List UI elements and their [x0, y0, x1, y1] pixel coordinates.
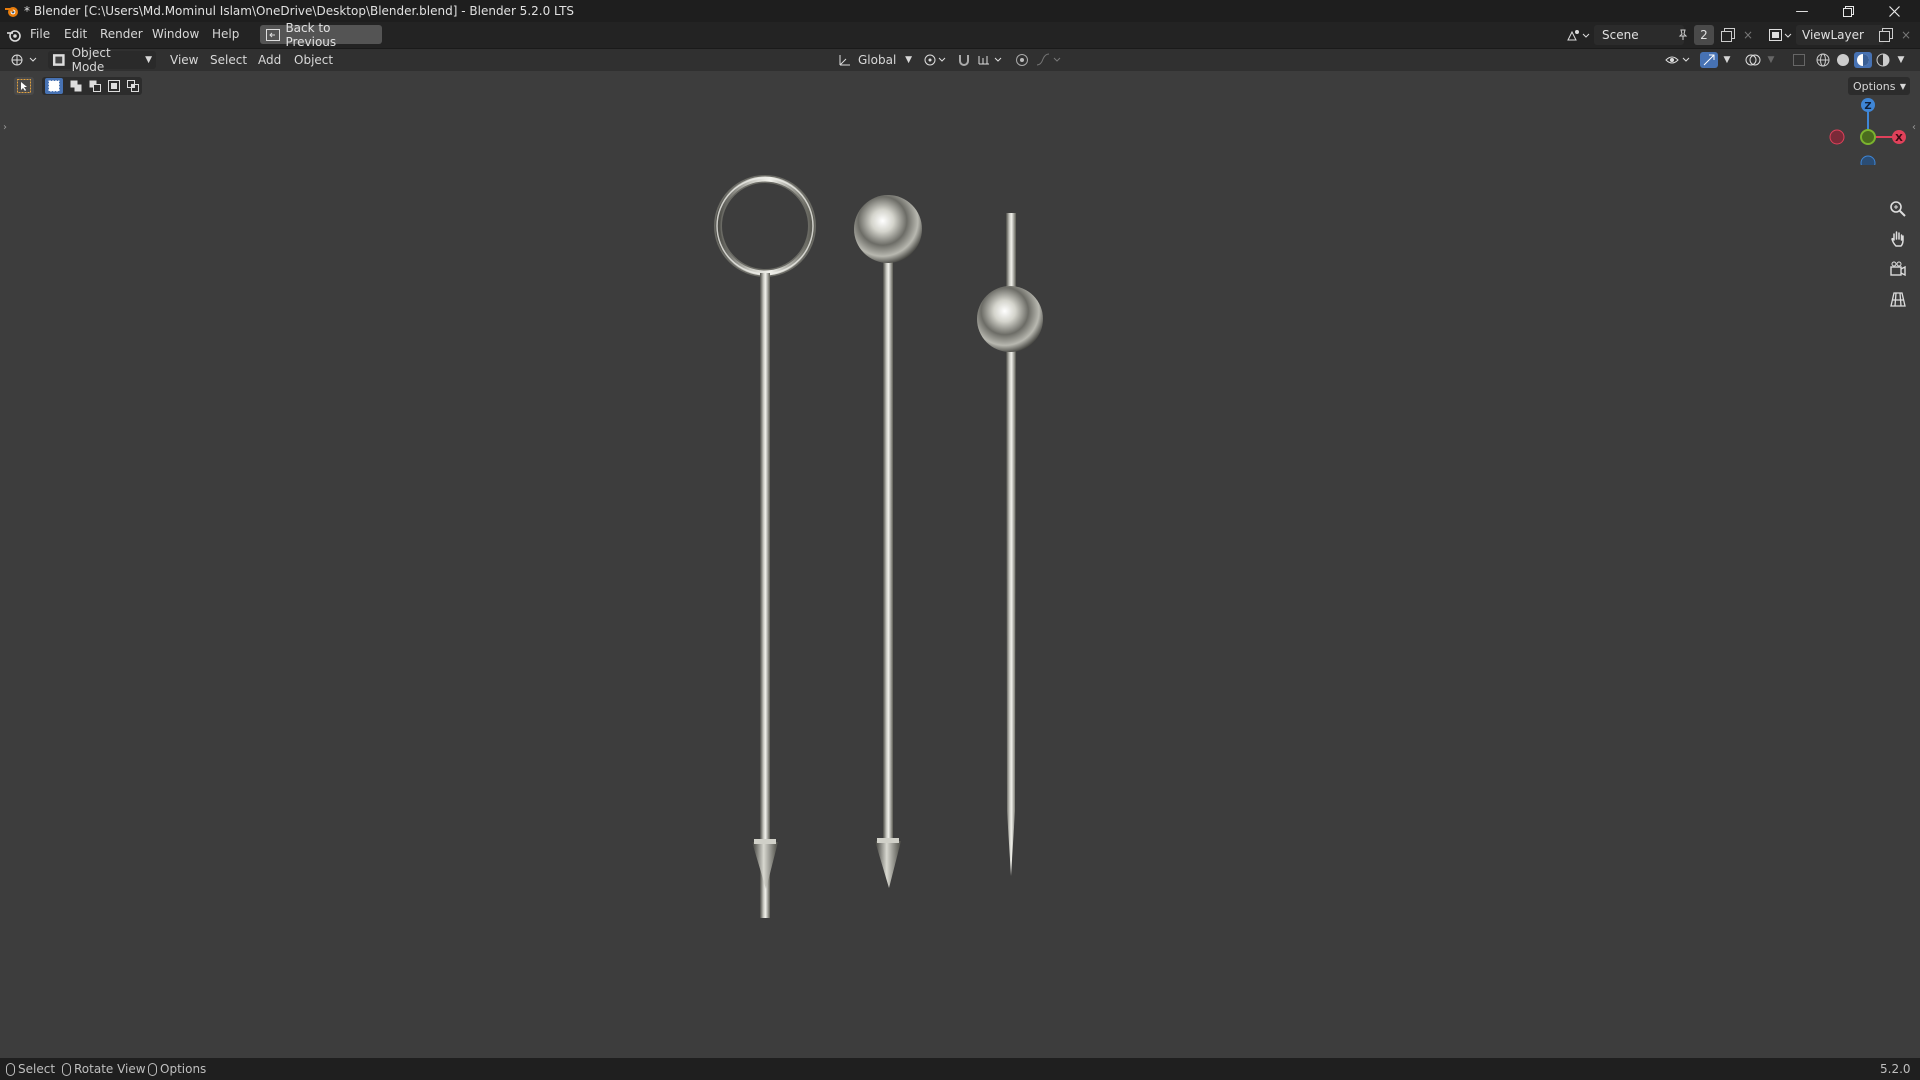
chevron-down-icon: ▼	[1897, 55, 1905, 65]
object-mode-icon	[52, 54, 65, 66]
window-title: * Blender [C:\Users\Md.Mominul Islam\One…	[24, 4, 575, 18]
scene-name-field[interactable]: Scene	[1594, 25, 1684, 45]
material-sphere-icon	[1857, 54, 1869, 66]
version-label: 5.2.0	[1880, 1062, 1911, 1076]
status-bar: Select Rotate View Options 5.2.0	[0, 1058, 1920, 1080]
show-gizmo-toggle[interactable]	[1700, 52, 1718, 68]
viewport-header: Object Mode ▼ View Select Add Object Glo…	[0, 46, 1920, 74]
proportional-falloff-dropdown[interactable]	[1034, 52, 1064, 68]
shading-rendered-button[interactable]	[1874, 52, 1892, 68]
chevron-down-icon: ▼	[145, 55, 152, 65]
delete-view-layer-icon[interactable]: ×	[1898, 27, 1914, 43]
selectability-visibility-dropdown[interactable]	[1664, 52, 1694, 68]
viewport-menu-view[interactable]: View	[170, 51, 198, 69]
gizmo-icon	[1703, 54, 1715, 66]
overlays-icon	[1745, 54, 1761, 66]
scene-users-label: 2	[1700, 28, 1708, 42]
falloff-curve-icon	[1036, 53, 1061, 66]
menu-window[interactable]: Window	[152, 27, 199, 41]
mode-label: Object Mode	[71, 46, 111, 74]
transform-orientation-dropdown[interactable]: Global ▼	[838, 51, 912, 69]
blender-menu-icon[interactable]	[6, 27, 22, 43]
mouse-right-icon	[148, 1062, 157, 1076]
3d-viewport-icon	[11, 54, 37, 66]
close-window-button[interactable]	[1872, 0, 1916, 22]
pin-icon[interactable]	[1676, 28, 1690, 42]
view-layer-name: ViewLayer	[1802, 28, 1864, 42]
mode-dropdown[interactable]: Object Mode ▼	[48, 46, 156, 74]
scene-name: Scene	[1602, 28, 1639, 42]
xray-icon	[1793, 54, 1805, 66]
minimize-icon: —	[1795, 3, 1809, 19]
snap-toggle-button[interactable]	[956, 52, 972, 68]
snap-increment-icon	[978, 56, 1002, 65]
scene-icon	[1567, 30, 1590, 41]
ring-head-pin[interactable]	[714, 175, 816, 918]
magnet-icon	[959, 55, 969, 66]
pivot-icon	[924, 54, 946, 66]
proportional-editing-button[interactable]	[1014, 52, 1030, 68]
shading-material-preview-button[interactable]	[1854, 52, 1872, 68]
chevron-down-icon: ▼	[1723, 55, 1731, 65]
view-layer-name-field[interactable]: ViewLayer	[1796, 25, 1884, 45]
close-icon	[1888, 5, 1900, 17]
status-select-hint: Select	[6, 1062, 55, 1076]
solid-sphere-icon	[1837, 54, 1849, 66]
shading-options-dropdown[interactable]: ▼	[1894, 52, 1908, 68]
status-options-label: Options	[160, 1062, 207, 1076]
viewport-menu-select[interactable]: Select	[210, 51, 247, 69]
back-to-previous-label: Back to Previous	[285, 20, 337, 49]
viewport-menu-add[interactable]: Add	[258, 51, 281, 69]
status-rotate-label: Rotate View	[74, 1062, 146, 1076]
back-to-previous-button[interactable]: Back to Previous	[260, 21, 382, 49]
mouse-middle-icon	[62, 1062, 71, 1076]
rendered-sphere-icon	[1876, 53, 1890, 67]
gizmo-options-dropdown[interactable]: ▼	[1720, 52, 1734, 68]
chevron-down-icon: ▼	[905, 55, 912, 65]
menu-edit[interactable]: Edit	[64, 27, 87, 41]
status-select-label: Select	[18, 1062, 56, 1076]
minimize-button[interactable]: —	[1780, 0, 1824, 22]
wireframe-sphere-icon	[1816, 53, 1830, 67]
scene-browser-button[interactable]	[1564, 26, 1592, 44]
fullscreen-back-icon	[264, 28, 281, 41]
title-bar: * Blender [C:\Users\Md.Mominul Islam\One…	[0, 0, 1920, 22]
delete-scene-icon[interactable]: ×	[1740, 27, 1756, 43]
blender-logo-icon	[4, 3, 20, 19]
snap-target-dropdown[interactable]	[976, 52, 1006, 68]
ball-head-pin[interactable]	[854, 195, 922, 888]
menu-file[interactable]: File	[30, 27, 50, 41]
shading-solid-button[interactable]	[1834, 52, 1852, 68]
proportional-edit-icon	[1016, 54, 1028, 66]
view-layer-browser-button[interactable]	[1766, 26, 1794, 44]
shading-wireframe-button[interactable]	[1814, 52, 1832, 68]
menu-render[interactable]: Render	[100, 27, 143, 41]
status-options-hint: Options	[148, 1062, 206, 1076]
3d-viewport[interactable]: Options ▼ › ‹ Z X	[0, 71, 1920, 1058]
sliding-ball-needle[interactable]	[977, 213, 1043, 876]
restore-icon	[1842, 5, 1854, 17]
transform-orientation-label: Global	[858, 53, 897, 67]
scene-users-count[interactable]: 2	[1694, 25, 1714, 45]
xray-toggle[interactable]	[1790, 52, 1808, 68]
new-scene-icon[interactable]	[1720, 27, 1736, 43]
new-view-layer-icon[interactable]	[1878, 27, 1894, 43]
overlay-options-dropdown[interactable]: ▼	[1764, 52, 1778, 68]
menu-help[interactable]: Help	[212, 27, 239, 41]
editor-type-button[interactable]	[10, 51, 40, 69]
top-menu-bar: File Edit Render Window Help Back to Pre…	[0, 21, 1920, 49]
show-overlays-toggle[interactable]	[1744, 52, 1762, 68]
orientation-axes-icon	[839, 55, 850, 66]
view-layer-icon	[1769, 29, 1792, 41]
eye-icon	[1665, 56, 1690, 64]
status-rotate-hint: Rotate View	[62, 1062, 146, 1076]
viewport-menu-object[interactable]: Object	[294, 51, 333, 69]
restore-button[interactable]	[1826, 0, 1870, 22]
pivot-point-button[interactable]	[922, 52, 948, 68]
mouse-left-icon	[6, 1062, 15, 1076]
chevron-down-icon: ▼	[1767, 55, 1775, 65]
